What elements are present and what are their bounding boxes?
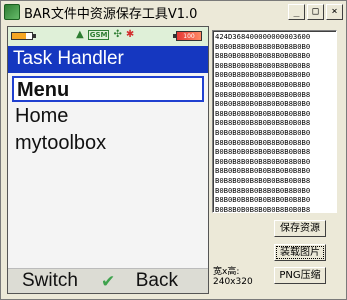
title-bar[interactable]: BAR文件中资源保存工具V1.0 _ □ × <box>1 1 346 23</box>
hex-line: B0B8B0B0B8B0B0B8B0B0B8 <box>215 175 311 185</box>
hex-line: B0B0B8B0B0B8B0B0B8B0B0 <box>215 99 311 109</box>
hex-line: B0B0B8B0B0B8B0B0B8B0B0 <box>215 70 311 80</box>
phone-header-title: Task Handler <box>13 48 124 69</box>
hex-line: 424D368400000000003600 <box>215 32 311 41</box>
menu-item-menu[interactable]: Menu <box>12 76 204 102</box>
softkey-switch[interactable]: Switch <box>22 270 78 292</box>
hex-dump-textbox[interactable]: 424D368400000000003600 B0B0B8B0B0B8B0B0B8… <box>212 30 337 213</box>
load-image-button[interactable]: 装载图片 <box>274 244 326 261</box>
hex-line: B0B8B0B0B8B0B0B8B0B0B8 <box>215 204 311 213</box>
signal-icon: ▲ <box>76 29 84 40</box>
size-info: 宽x高: 240x320 <box>213 267 253 287</box>
hex-line: B0B8B0B0B8B0B0B8B0B0B8 <box>215 147 311 157</box>
hex-line: B0B0B8B0B0B8B0B0B8B0B0 <box>215 41 311 51</box>
hex-line: B0B8B0B0B8B0B0B8B0B0B8 <box>215 89 311 99</box>
battery-icon <box>11 32 36 40</box>
phone-statusbar: ▲ GSM ✣ ✱ 100 <box>8 27 208 46</box>
hex-line: B8B0B0B8B0B0B8B0B0B8B0 <box>215 51 311 61</box>
menu-item-mytoolbox[interactable]: mytoolbox <box>12 131 204 157</box>
hex-line: B0B8B0B0B8B0B0B8B0B0B8 <box>215 118 311 128</box>
size-value: 240x320 <box>213 277 253 287</box>
hex-line: B8B0B0B8B0B0B8B0B0B8B0 <box>215 166 311 176</box>
wifi-icon: ✱ <box>125 29 135 40</box>
softkey-back[interactable]: Back <box>136 270 178 292</box>
hex-line: B0B0B8B0B0B8B0B0B8B0B0 <box>215 127 311 137</box>
hex-line: B8B0B0B8B0B0B8B0B0B8B0 <box>215 137 311 147</box>
phone-preview: ▲ GSM ✣ ✱ 100 Task Handler Menu Home myt… <box>7 26 209 294</box>
hex-line: B8B0B0B8B0B0B8B0B0B8B0 <box>215 195 311 205</box>
maximize-button[interactable]: □ <box>307 4 324 20</box>
hex-line: B8B0B0B8B0B0B8B0B0B8B0 <box>215 79 311 89</box>
hex-line: B0B0B8B0B0B8B0B0B8B0B0 <box>215 156 311 166</box>
hex-line: B0B8B0B0B8B0B0B8B0B0B8 <box>215 60 311 70</box>
png-compress-button[interactable]: PNG压缩 <box>274 267 326 284</box>
hex-line: B8B0B0B8B0B0B8B0B0B8B0 <box>215 108 311 118</box>
phone-softkeys: Switch ✔ Back <box>8 268 208 293</box>
hex-line: B0B0B8B0B0B8B0B0B8B0B0 <box>215 185 311 195</box>
network-icon: ✣ <box>113 29 122 40</box>
window-title: BAR文件中资源保存工具V1.0 <box>24 6 198 22</box>
close-button[interactable]: × <box>326 4 343 20</box>
minimize-button[interactable]: _ <box>288 4 305 20</box>
size-label: 宽x高: <box>213 267 240 277</box>
status-icons: ▲ GSM ✣ ✱ <box>76 29 134 40</box>
app-icon <box>4 4 20 20</box>
battery-level-icon: 100 <box>173 31 202 41</box>
phone-header: Task Handler <box>8 46 208 73</box>
save-resource-button[interactable]: 保存资源 <box>274 220 326 237</box>
gsm-icon: GSM <box>87 29 110 40</box>
app-window: BAR文件中资源保存工具V1.0 _ □ × ▲ GSM ✣ ✱ 100 Tas… <box>0 0 347 300</box>
checkmark-icon[interactable]: ✔ <box>101 272 115 292</box>
menu-item-home[interactable]: Home <box>12 104 204 130</box>
window-controls: _ □ × <box>288 4 343 20</box>
phone-menu-list: Menu Home mytoolbox <box>8 73 208 268</box>
